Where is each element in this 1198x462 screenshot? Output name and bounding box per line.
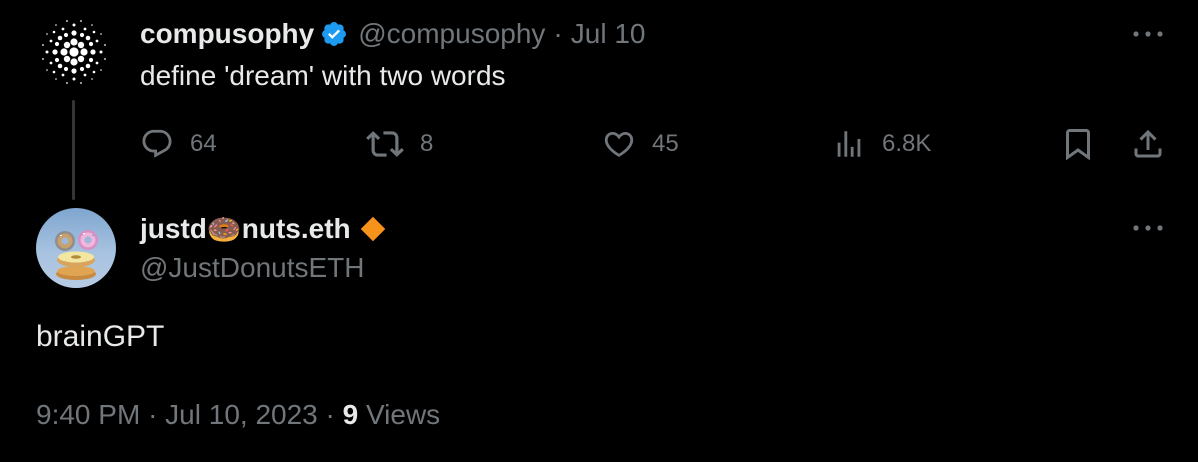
reply-author-name[interactable]: justd 🍩 nuts.eth <box>140 210 397 248</box>
reply-display-name-part2: nuts.eth <box>241 213 351 244</box>
like-count: 45 <box>652 130 679 157</box>
repost-count: 8 <box>420 130 434 157</box>
reply-icon <box>142 129 172 158</box>
bookmark-button[interactable] <box>1060 122 1096 166</box>
verified-badge-icon[interactable] <box>320 20 348 48</box>
tweet-thread: compusophy @compusophy · Jul 10 define '… <box>0 0 1198 462</box>
orange-diamond-badge-icon[interactable] <box>359 215 387 243</box>
more-options-icon[interactable] <box>1128 24 1168 44</box>
dotted-sphere-logo-icon <box>36 14 112 90</box>
heart-icon <box>604 131 634 157</box>
reply-tweet-text: brainGPT <box>36 320 165 353</box>
tweet-date[interactable]: Jul 10 <box>571 18 646 50</box>
repost-button[interactable]: 8 <box>366 122 433 166</box>
donut-stack-avatar-icon <box>55 230 98 280</box>
views-button[interactable]: 6.8K <box>832 122 931 166</box>
donut-emoji-icon: 🍩 <box>206 213 242 245</box>
share-button[interactable] <box>1130 122 1166 166</box>
reply-display-name-part1: justd <box>140 213 207 244</box>
reply-more-options-icon[interactable] <box>1128 218 1168 238</box>
views-label: Views <box>366 399 441 430</box>
like-button[interactable]: 45 <box>602 122 679 166</box>
separator-dot: · <box>553 18 563 49</box>
meta-separator-2: · <box>325 399 335 430</box>
tweet-time[interactable]: 9:40 PM <box>36 399 140 430</box>
share-icon <box>1134 129 1162 158</box>
tweet-header: compusophy @compusophy · Jul 10 <box>140 16 645 52</box>
repost-icon <box>366 131 404 157</box>
views-number: 9 <box>342 399 359 430</box>
compusophy-avatar[interactable] <box>36 14 112 90</box>
justdonuts-avatar[interactable] <box>36 208 116 288</box>
views-count: 6.8K <box>882 130 932 157</box>
tweet-text: define 'dream' with two words <box>140 60 506 91</box>
tweet-meta-line: 9:40 PM · Jul 10, 2023 · 9 Views <box>36 399 440 431</box>
analytics-icon <box>837 131 861 157</box>
reply-count: 64 <box>190 130 217 157</box>
reply-author-handle[interactable]: @JustDonutsETH <box>140 252 365 284</box>
author-display-name[interactable]: compusophy <box>140 18 314 50</box>
meta-separator: · <box>148 399 158 430</box>
bookmark-icon <box>1066 129 1090 161</box>
tweet-full-date[interactable]: Jul 10, 2023 <box>165 399 318 430</box>
reply-button[interactable]: 64 <box>140 122 217 166</box>
author-handle[interactable]: @compusophy <box>358 18 545 50</box>
tweet-actions-bar: 64 8 45 6.8K <box>0 122 1198 166</box>
